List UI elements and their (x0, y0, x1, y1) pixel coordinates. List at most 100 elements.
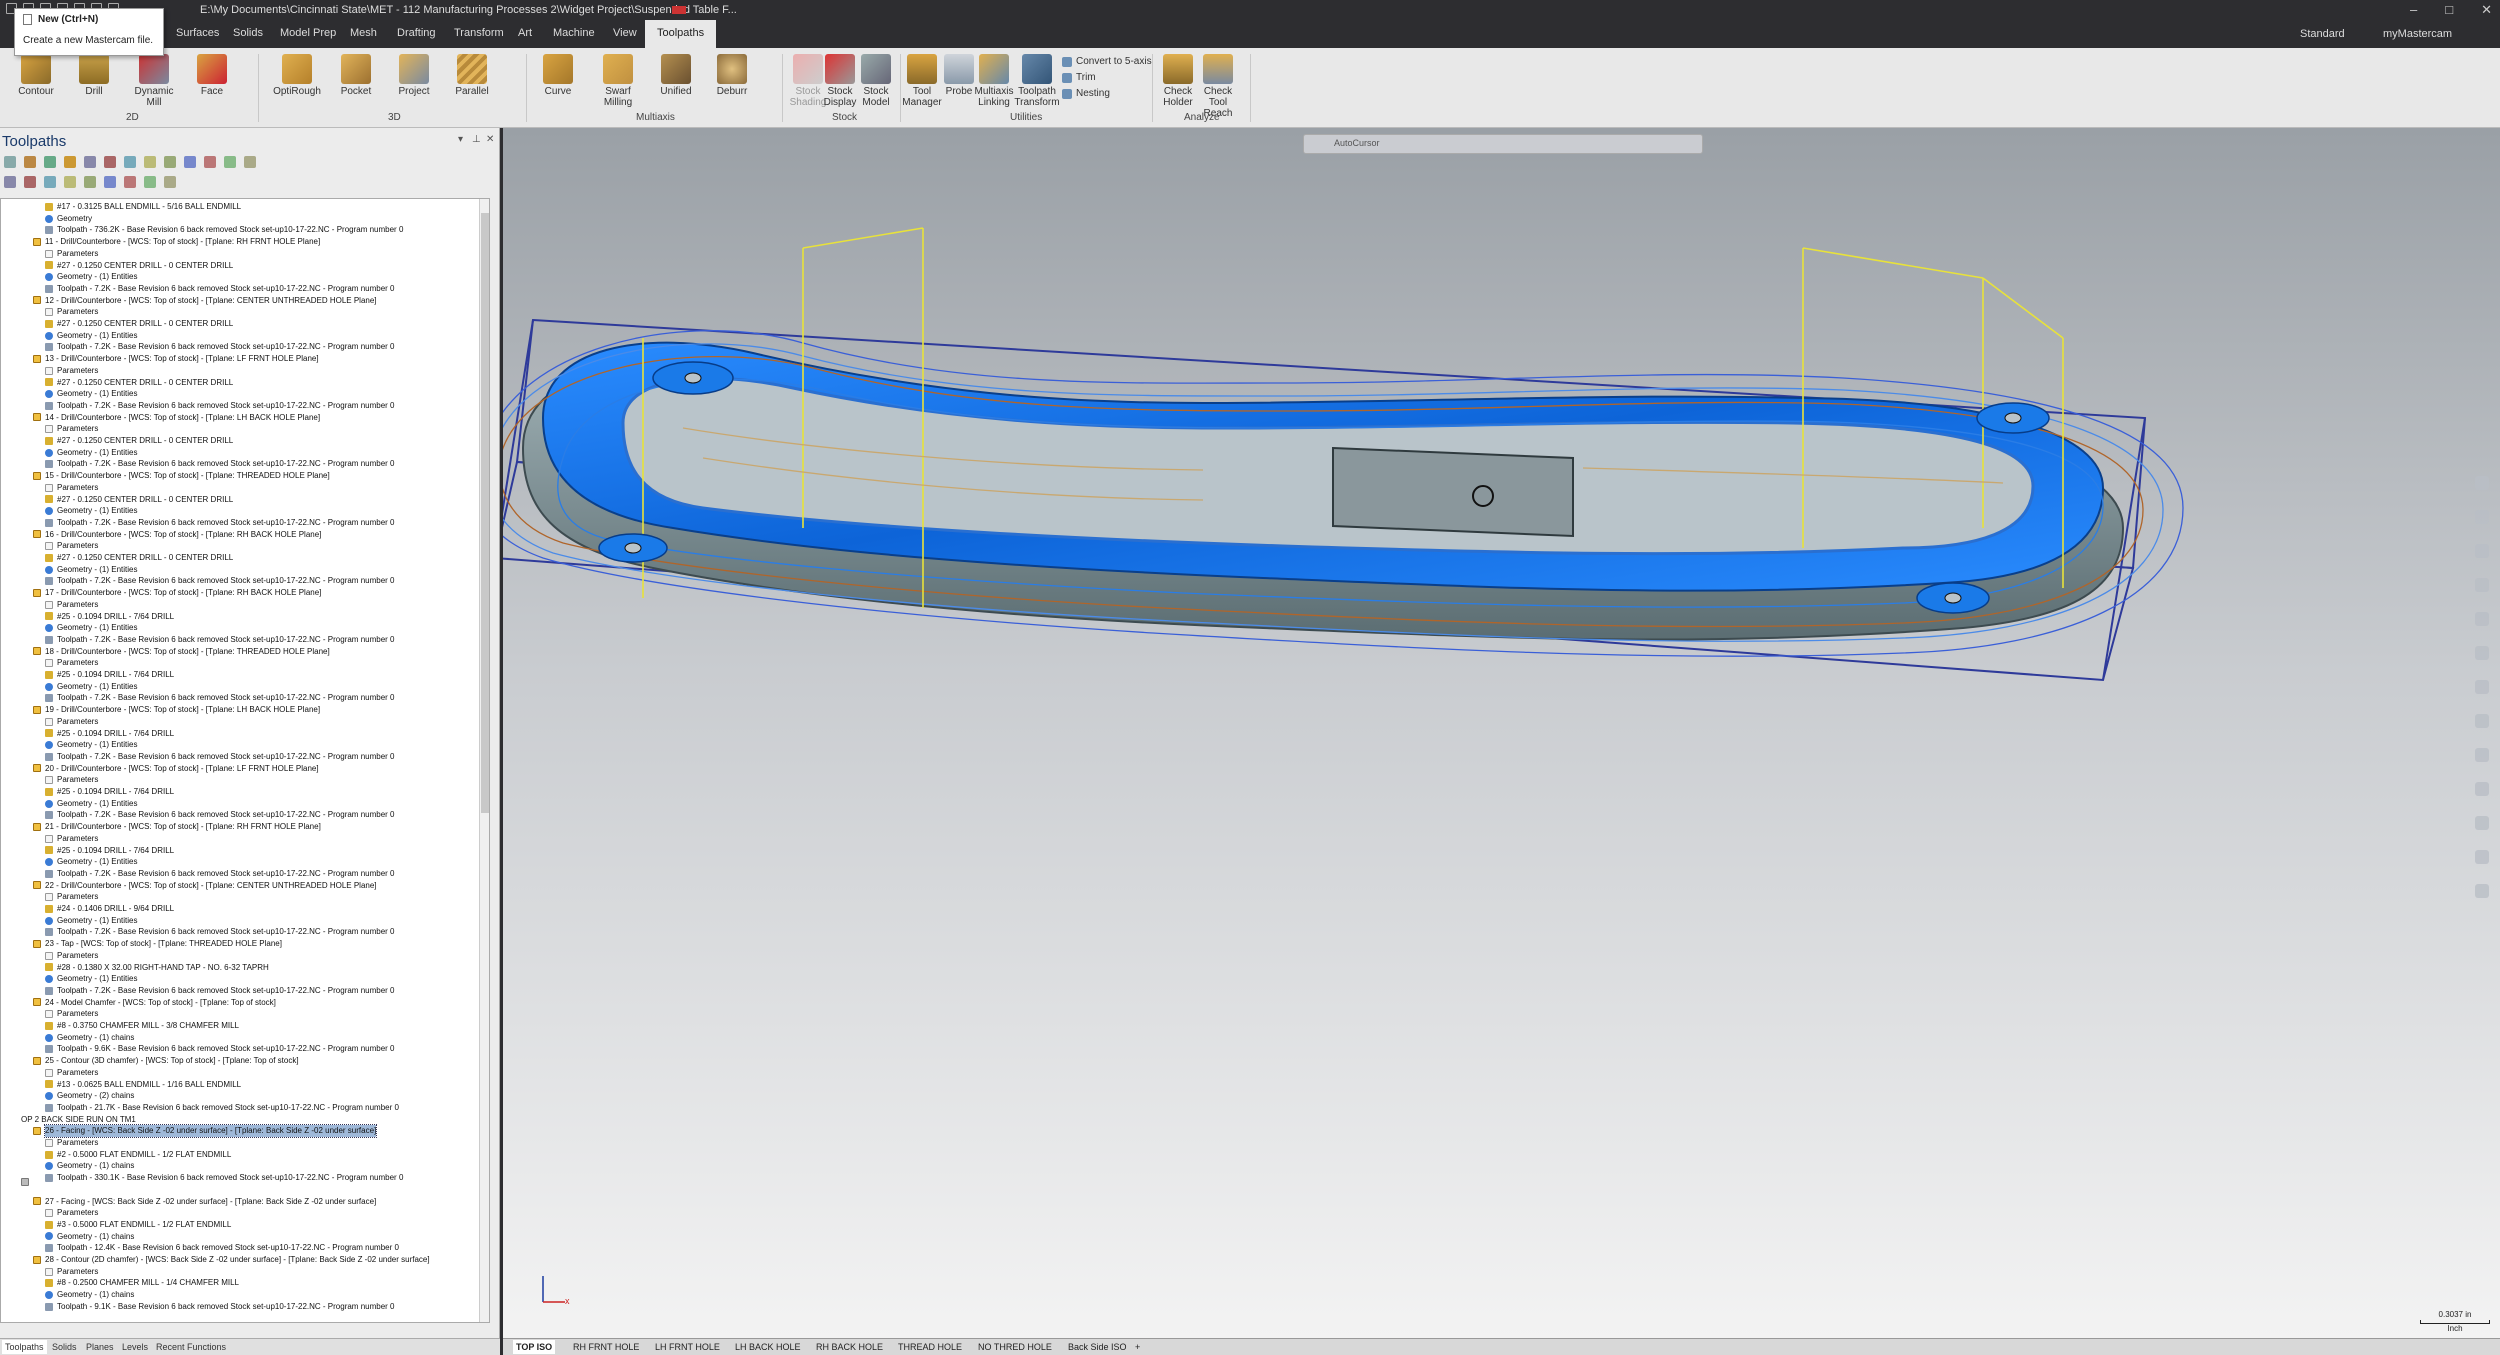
toolpath-toolbar-icon[interactable] (144, 176, 156, 188)
tree-row[interactable]: Geometry - (1) chains (45, 1160, 134, 1172)
tree-row[interactable]: Parameters (45, 716, 98, 728)
tab-surfaces[interactable]: Surfaces (176, 27, 219, 39)
toolpath-toolbar-icon[interactable] (144, 156, 156, 168)
tab-solids-manager[interactable]: Solids (52, 1342, 77, 1352)
tree-row[interactable]: #25 - 0.1094 DRILL - 7/64 DRILL (45, 786, 174, 798)
tab-toolpaths[interactable]: Toolpaths (645, 20, 717, 48)
tree-row[interactable]: Parameters (45, 599, 98, 611)
tree-row[interactable]: Toolpath - 330.1K - Base Revision 6 back… (45, 1172, 403, 1184)
pan-icon[interactable] (2475, 578, 2489, 592)
part-model-3d[interactable] (503, 128, 2500, 1338)
graphics-viewport[interactable]: AutoCursor (503, 128, 2500, 1338)
toolpath-toolbar-icon[interactable] (4, 176, 16, 188)
toolpath-toolbar-icon[interactable] (244, 156, 256, 168)
tree-row[interactable]: #25 - 0.1094 DRILL - 7/64 DRILL (45, 728, 174, 740)
toolpath-toolbar-icon[interactable] (164, 176, 176, 188)
tree-row[interactable]: Geometry - (1) Entities (45, 798, 137, 810)
tree-row[interactable]: Geometry - (2) chains (45, 1090, 134, 1102)
tree-row[interactable]: Toolpath - 7.2K - Base Revision 6 back r… (45, 868, 395, 880)
contour-button[interactable]: Contour (12, 54, 60, 97)
toolpath-operation[interactable]: 25 - Contour (3D chamfer) - [WCS: Top of… (33, 1055, 299, 1067)
tab-drafting[interactable]: Drafting (397, 27, 436, 39)
tree-row[interactable]: OP 2 BACK SIDE RUN ON TM1 (21, 1114, 136, 1186)
toolpath-toolbar-icon[interactable] (104, 156, 116, 168)
toolpath-operation[interactable]: 28 - Contour (2D chamfer) - [WCS: Back S… (33, 1254, 430, 1266)
tree-row[interactable]: Geometry - (1) Entities (45, 973, 137, 985)
tree-row[interactable]: Parameters (45, 1207, 98, 1219)
wireframe-icon[interactable] (2475, 714, 2489, 728)
tree-row[interactable]: Parameters (45, 657, 98, 669)
tab-transform[interactable]: Transform (454, 27, 504, 39)
stock-model-button[interactable]: Stock Model (852, 54, 900, 108)
tree-row[interactable]: Parameters (45, 950, 98, 962)
toolpath-operation[interactable]: 17 - Drill/Counterbore - [WCS: Top of st… (33, 587, 321, 599)
tree-row[interactable]: #27 - 0.1250 CENTER DRILL - 0 CENTER DRI… (45, 435, 233, 447)
toolpath-toolbar-icon[interactable] (204, 156, 216, 168)
curve-button[interactable]: Curve (534, 54, 582, 97)
dynamic-mill-button[interactable]: Dynamic Mill (126, 54, 182, 108)
view-tab-rh-frnt-hole[interactable]: RH FRNT HOLE (573, 1342, 639, 1352)
tab-machine[interactable]: Machine (553, 27, 595, 39)
toolpath-operation[interactable]: 21 - Drill/Counterbore - [WCS: Top of st… (33, 821, 321, 833)
tree-row[interactable]: #25 - 0.1094 DRILL - 7/64 DRILL (45, 845, 174, 857)
panel-close-button[interactable]: ✕ (486, 134, 494, 145)
toolpath-operation[interactable]: 22 - Drill/Counterbore - [WCS: Top of st… (33, 880, 377, 892)
parallel-button[interactable]: Parallel (448, 54, 496, 97)
toolpath-operation[interactable]: 23 - Tap - [WCS: Top of stock] - [Tplane… (33, 938, 282, 950)
tree-row[interactable]: Toolpath - 7.2K - Base Revision 6 back r… (45, 400, 395, 412)
toolpath-operation[interactable]: 14 - Drill/Counterbore - [WCS: Top of st… (33, 412, 320, 424)
toolpath-toolbar-icon[interactable] (44, 176, 56, 188)
toolpath-operation[interactable]: 13 - Drill/Counterbore - [WCS: Top of st… (33, 353, 319, 365)
tab-view[interactable]: View (613, 27, 637, 39)
tree-row[interactable]: Geometry - (1) Entities (45, 564, 137, 576)
toolpath-toolbar-icon[interactable] (224, 156, 236, 168)
panel-pin-button[interactable]: ⊥ (472, 134, 481, 145)
tree-row[interactable]: #27 - 0.1250 CENTER DRILL - 0 CENTER DRI… (45, 318, 233, 330)
tree-row[interactable]: Toolpath - 7.2K - Base Revision 6 back r… (45, 926, 395, 938)
tree-row[interactable]: Toolpath - 7.2K - Base Revision 6 back r… (45, 634, 395, 646)
toolpath-toolbar-icon[interactable] (4, 156, 16, 168)
tree-row[interactable]: Parameters (45, 540, 98, 552)
layer-icon[interactable] (2475, 782, 2489, 796)
tree-row[interactable]: #24 - 0.1406 DRILL - 9/64 DRILL (45, 903, 174, 915)
toolpath-operation[interactable]: 20 - Drill/Counterbore - [WCS: Top of st… (33, 763, 319, 775)
toolpath-operation[interactable]: 27 - Facing - [WCS: Back Side Z -02 unde… (33, 1196, 376, 1208)
tree-row[interactable]: Toolpath - 9.1K - Base Revision 6 back r… (45, 1301, 395, 1313)
multiaxis-linking-button[interactable]: Multiaxis Linking (970, 54, 1018, 108)
tree-row[interactable]: Toolpath - 21.7K - Base Revision 6 back … (45, 1102, 399, 1114)
tree-row[interactable]: #25 - 0.1094 DRILL - 7/64 DRILL (45, 669, 174, 681)
toolpath-operation[interactable]: 24 - Model Chamfer - [WCS: Top of stock]… (33, 997, 276, 1009)
toolpath-toolbar-icon[interactable] (184, 156, 196, 168)
tree-row[interactable]: #2 - 0.5000 FLAT ENDMILL - 1/2 FLAT ENDM… (45, 1149, 231, 1161)
analyze-icon[interactable] (2475, 816, 2489, 830)
toolpath-operation[interactable]: 19 - Drill/Counterbore - [WCS: Top of st… (33, 704, 320, 716)
tree-row[interactable]: Parameters (45, 248, 98, 260)
settings-icon[interactable] (2475, 884, 2489, 898)
tree-row[interactable]: Parameters (45, 306, 98, 318)
project-button[interactable]: Project (390, 54, 438, 97)
toolpath-toolbar-icon[interactable] (124, 156, 136, 168)
tree-row[interactable]: #27 - 0.1250 CENTER DRILL - 0 CENTER DRI… (45, 260, 233, 272)
toolpath-toolbar-icon[interactable] (44, 156, 56, 168)
toolpath-operation[interactable]: 16 - Drill/Counterbore - [WCS: Top of st… (33, 529, 321, 541)
tree-scrollbar[interactable] (479, 199, 489, 1322)
tree-row[interactable]: #8 - 0.2500 CHAMFER MILL - 1/4 CHAMFER M… (45, 1277, 239, 1289)
minimize-button[interactable]: – (2410, 2, 2417, 18)
toolpath-toolbar-icon[interactable] (64, 156, 76, 168)
fit-icon[interactable] (2475, 544, 2489, 558)
tree-row[interactable]: #27 - 0.1250 CENTER DRILL - 0 CENTER DRI… (45, 494, 233, 506)
tree-row[interactable]: Toolpath - 736.2K - Base Revision 6 back… (45, 224, 403, 236)
nesting-button[interactable]: Nesting (1062, 88, 1110, 99)
toolpath-operation[interactable]: 15 - Drill/Counterbore - [WCS: Top of st… (33, 470, 330, 482)
tree-scrollbar-thumb[interactable] (481, 213, 489, 813)
tree-row[interactable]: Geometry (45, 213, 92, 225)
trim-button[interactable]: Trim (1062, 72, 1096, 83)
tree-row[interactable]: Parameters (45, 365, 98, 377)
toolpath-operation[interactable]: 11 - Drill/Counterbore - [WCS: Top of st… (33, 236, 320, 248)
measure-icon[interactable] (2475, 850, 2489, 864)
tree-row[interactable]: Toolpath - 7.2K - Base Revision 6 back r… (45, 751, 395, 763)
tree-row[interactable]: Geometry - (1) chains (45, 1032, 134, 1044)
toolpath-operation[interactable]: 18 - Drill/Counterbore - [WCS: Top of st… (33, 646, 330, 658)
add-view-tab-button[interactable]: + (1135, 1342, 1140, 1352)
view-tab-rh-back-hole[interactable]: RH BACK HOLE (816, 1342, 883, 1352)
